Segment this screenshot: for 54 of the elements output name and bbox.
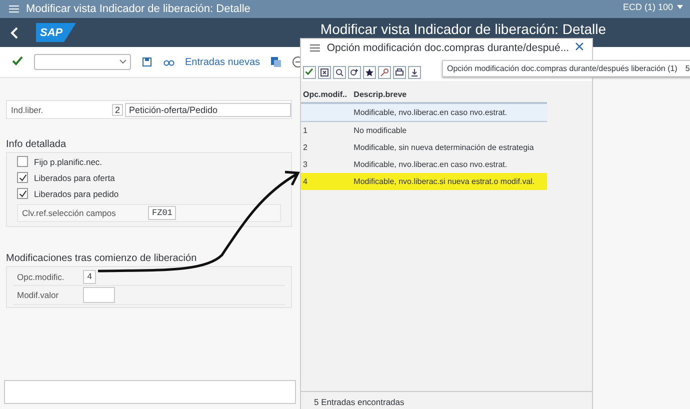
table-cell[interactable]: Modificable, nvo.liberac.en caso nvo.estrat.: [352, 103, 547, 122]
field-label: Clv.ref.selección campos: [22, 208, 117, 218]
window-title: Modificar vista Indicador de liberación: Detalle: [26, 3, 250, 15]
page-title: Modificar vista Indicador de liberación: Detalle: [320, 21, 606, 37]
cancel-icon[interactable]: [318, 66, 331, 79]
table-cell[interactable]: [301, 103, 352, 122]
tooltip-text: Opción modificación doc.compras durante/después liberación (1): [447, 64, 678, 73]
table-cell[interactable]: Modificable, sin nueva determinación de estrategia: [352, 139, 547, 156]
printer-icon[interactable]: [393, 66, 406, 79]
section-heading: Modificaciones tras comienzo de liberación: [6, 253, 198, 264]
key-icon[interactable]: [378, 66, 391, 79]
search-plus-icon[interactable]: [348, 66, 361, 79]
input-field[interactable]: 4: [83, 270, 96, 284]
close-icon[interactable]: [575, 42, 584, 51]
code-field[interactable]: 2: [112, 104, 123, 116]
checkbox[interactable]: [17, 172, 28, 183]
caret-icon[interactable]: [119, 59, 127, 65]
field-label: Modif.valor: [17, 290, 60, 300]
table-cell[interactable]: 3: [301, 156, 352, 173]
checkbox-label: Liberados para oferta: [34, 172, 115, 182]
checkbox[interactable]: [17, 156, 28, 167]
check-icon[interactable]: [12, 56, 24, 68]
caret-icon[interactable]: [676, 3, 684, 11]
menu-icon[interactable]: [309, 42, 321, 54]
checkbox-label: Liberados para pedido: [34, 188, 119, 198]
command-field[interactable]: [34, 54, 131, 70]
field-label: Ind.liber.: [11, 104, 44, 114]
copy-icon[interactable]: [270, 56, 282, 68]
table-cell[interactable]: Modificable, nvo.liberac.si nueva estrat.o modif.val.: [352, 173, 547, 190]
download-icon[interactable]: [408, 66, 421, 79]
new-entries-button[interactable]: Entradas nuevas: [185, 56, 260, 68]
table-cell[interactable]: Modificable, nvo.liberac.en caso nvo.estrat.: [352, 156, 547, 173]
logo: SAP: [36, 23, 76, 42]
table-cell[interactable]: 1: [301, 122, 352, 139]
dialog-title: Opción modificación doc.compras durante/despué...: [326, 42, 570, 54]
star-icon[interactable]: [363, 66, 376, 79]
check-icon[interactable]: [303, 66, 316, 79]
table-cell[interactable]: No modificable: [352, 122, 547, 139]
description-field: Petición-oferta/Pedido: [125, 102, 291, 116]
status-text: 5 Entradas encontradas: [314, 397, 404, 407]
search-icon[interactable]: [333, 66, 346, 79]
checkbox-label: Fijo p.planific.nec.: [34, 156, 102, 166]
input-field[interactable]: [83, 287, 115, 303]
section-heading: Info detallada: [6, 139, 68, 150]
table-cell[interactable]: 4: [301, 173, 352, 190]
table-cell[interactable]: 2: [301, 139, 352, 156]
field-label: Opc.modific.: [17, 272, 66, 282]
tooltip-text: 5: [685, 64, 690, 73]
save-icon[interactable]: [141, 56, 153, 68]
menu-icon[interactable]: [8, 3, 20, 15]
checkbox[interactable]: [17, 188, 28, 199]
status-field[interactable]: [4, 380, 296, 404]
input-field[interactable]: FZ01: [148, 206, 176, 220]
system-label: ECD (1) 100: [622, 2, 673, 12]
